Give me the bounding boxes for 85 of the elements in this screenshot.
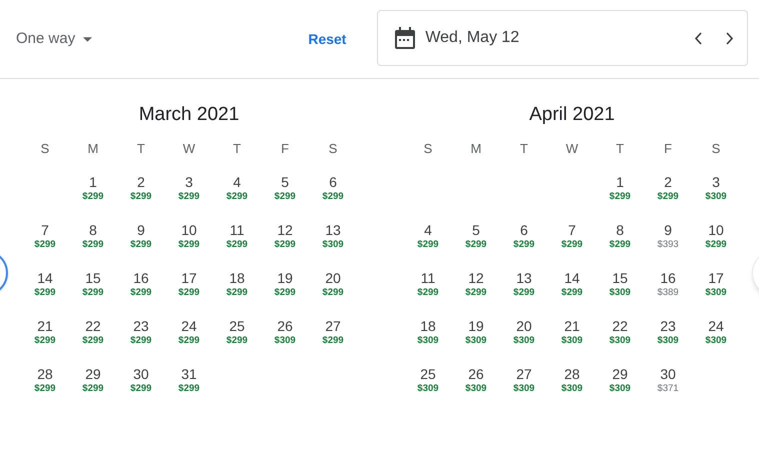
calendar-day[interactable]: 18 $299 bbox=[222, 270, 252, 299]
calendar-day[interactable]: 7 $299 bbox=[30, 222, 60, 251]
weekday-label: T bbox=[137, 141, 145, 157]
calendar-day[interactable]: 20 $309 bbox=[509, 318, 539, 347]
calendar-day[interactable]: 4 $299 bbox=[222, 174, 252, 203]
calendar-day[interactable]: 9 $393 bbox=[653, 222, 683, 251]
calendar-day[interactable]: 21 $309 bbox=[557, 318, 587, 347]
weekday-label: W bbox=[566, 141, 578, 157]
calendar-day[interactable]: 26 $309 bbox=[461, 366, 491, 395]
calendar-day[interactable]: 19 $309 bbox=[461, 318, 491, 347]
weekday-label: S bbox=[712, 141, 720, 157]
weekday-label: F bbox=[664, 141, 672, 157]
calendar-day[interactable]: 16 $299 bbox=[126, 270, 156, 299]
calendar-day[interactable]: 23 $299 bbox=[126, 318, 156, 347]
calendar-day[interactable]: 6 $299 bbox=[318, 174, 348, 203]
calendar-day[interactable]: 23 $309 bbox=[653, 318, 683, 347]
calendar-day[interactable]: 18 $309 bbox=[413, 318, 443, 347]
calendar-day[interactable]: 29 $309 bbox=[605, 366, 635, 395]
calendar-day[interactable]: 16 $389 bbox=[653, 270, 683, 299]
calendar-day[interactable]: 24 $299 bbox=[174, 318, 204, 347]
chevron-right-icon bbox=[726, 32, 734, 44]
weekday-label: F bbox=[281, 141, 289, 157]
calendar-day[interactable]: 11 $299 bbox=[222, 222, 252, 251]
weekday-label: S bbox=[40, 141, 50, 157]
calendar-day[interactable]: 9 $299 bbox=[126, 222, 156, 251]
calendar-day[interactable]: 30 $299 bbox=[126, 366, 156, 395]
weekday-label: M bbox=[88, 141, 98, 157]
calendar-day[interactable]: 19 $299 bbox=[270, 270, 300, 299]
caret-icon bbox=[83, 36, 92, 42]
calendar-day[interactable]: 20 $299 bbox=[318, 270, 348, 299]
calendar-day[interactable]: 2 $299 bbox=[126, 174, 156, 203]
calendar-day[interactable]: 1 $299 bbox=[78, 174, 108, 203]
date-value: Wed, May 12 bbox=[425, 28, 520, 48]
calendar-day[interactable]: 28 $299 bbox=[30, 366, 60, 395]
calendar-day[interactable]: 8 $299 bbox=[78, 222, 108, 251]
reset-button[interactable]: Reset bbox=[308, 28, 346, 50]
calendar-day[interactable]: 12 $299 bbox=[270, 222, 300, 251]
calendar-day[interactable]: 27 $309 bbox=[509, 366, 539, 395]
calendar-day[interactable]: 3 $309 bbox=[701, 174, 731, 203]
chevron-left-icon bbox=[694, 32, 702, 44]
weekday-label: M bbox=[470, 141, 482, 157]
calendar-day[interactable]: 5 $299 bbox=[270, 174, 300, 203]
weekday-label: T bbox=[616, 141, 624, 157]
calendar-day[interactable]: 11 $299 bbox=[413, 270, 443, 299]
weekday-label: W bbox=[182, 141, 196, 157]
calendar-day[interactable]: 27 $299 bbox=[318, 318, 348, 347]
weekday-label: S bbox=[424, 141, 432, 157]
calendar-day[interactable]: 10 $299 bbox=[701, 222, 731, 251]
trip-type-dropdown[interactable]: One way bbox=[16, 28, 92, 50]
calendar-day[interactable]: 13 $299 bbox=[509, 270, 539, 299]
calendar-day[interactable]: 25 $299 bbox=[222, 318, 252, 347]
calendar-day[interactable]: 4 $299 bbox=[413, 222, 443, 251]
calendar-icon bbox=[395, 27, 416, 49]
date-field[interactable]: Wed, May 12 bbox=[377, 10, 748, 66]
calendar-day[interactable]: 30 $371 bbox=[653, 366, 683, 395]
calendar-day[interactable]: 24 $309 bbox=[701, 318, 731, 347]
calendar-day[interactable]: 31 $299 bbox=[174, 366, 204, 395]
calendar-day[interactable]: 28 $309 bbox=[557, 366, 587, 395]
weekday-label: T bbox=[233, 141, 241, 157]
calendar-day[interactable]: 12 $299 bbox=[461, 270, 491, 299]
calendar-day[interactable]: 29 $299 bbox=[78, 366, 108, 395]
calendar-day[interactable]: 1 $299 bbox=[605, 174, 635, 203]
calendar-day[interactable]: 7 $299 bbox=[557, 222, 587, 251]
calendar-day[interactable]: 13 $309 bbox=[318, 222, 348, 251]
calendar-day[interactable]: 22 $309 bbox=[605, 318, 635, 347]
calendar-day[interactable]: 6 $299 bbox=[509, 222, 539, 251]
calendar-day[interactable]: 8 $299 bbox=[605, 222, 635, 251]
calendar-day[interactable]: 14 $299 bbox=[557, 270, 587, 299]
month-title: March 2021 bbox=[138, 103, 240, 127]
calendar-day[interactable]: 15 $309 bbox=[605, 270, 635, 299]
calendar-day[interactable]: 3 $299 bbox=[174, 174, 204, 203]
calendar-day[interactable]: 17 $299 bbox=[174, 270, 204, 299]
calendar-day[interactable]: 15 $299 bbox=[78, 270, 108, 299]
calendar-day[interactable]: 21 $299 bbox=[30, 318, 60, 347]
calendar-day[interactable]: 5 $299 bbox=[461, 222, 491, 251]
calendar-day[interactable]: 10 $299 bbox=[174, 222, 204, 251]
calendar-day[interactable]: 17 $309 bbox=[701, 270, 731, 299]
month-title: April 2021 bbox=[529, 103, 615, 127]
calendar-day[interactable]: 14 $299 bbox=[30, 270, 60, 299]
calendar-day[interactable]: 22 $299 bbox=[78, 318, 108, 347]
weekday-label: T bbox=[520, 141, 528, 157]
calendar-day[interactable]: 26 $309 bbox=[270, 318, 300, 347]
calendar-day[interactable]: 2 $299 bbox=[653, 174, 683, 203]
weekday-label: S bbox=[328, 141, 338, 157]
calendar-day[interactable]: 25 $309 bbox=[413, 366, 443, 395]
